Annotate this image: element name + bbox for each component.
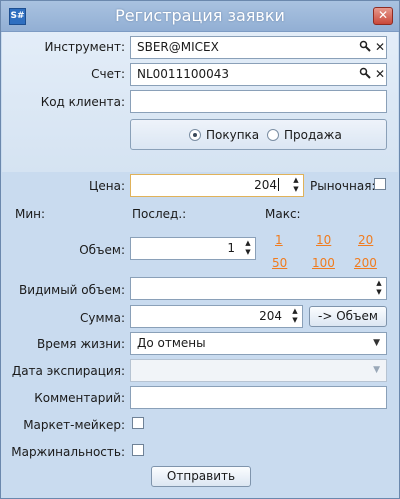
margin-label: Маржинальность: xyxy=(11,445,125,459)
account-field[interactable]: NL0011100043 ✕ xyxy=(130,63,387,86)
submit-button[interactable]: Отправить xyxy=(151,466,251,487)
price-label: Цена: xyxy=(89,179,125,193)
expiration-date-picker[interactable]: ▼ xyxy=(130,359,387,382)
quick-volume-200[interactable]: 200 xyxy=(354,256,377,270)
quick-volume-1[interactable]: 1 xyxy=(275,233,283,247)
quick-volume-50[interactable]: 50 xyxy=(272,256,287,270)
min-label: Мин: xyxy=(15,207,46,221)
search-icon[interactable] xyxy=(358,67,372,81)
market-maker-checkbox[interactable] xyxy=(132,417,144,429)
instrument-value: SBER@MICEX xyxy=(137,40,219,54)
market-label: Рыночная: xyxy=(310,179,376,193)
window-title: Регистрация заявки xyxy=(115,6,285,25)
expiration-label: Дата экспирация: xyxy=(11,364,125,378)
visible-volume-spinner[interactable]: ▲ ▼ xyxy=(374,279,384,298)
visible-volume-input[interactable]: ▲ ▼ xyxy=(130,277,387,300)
visible-volume-label: Видимый объем: xyxy=(19,283,125,297)
comment-input[interactable] xyxy=(130,386,387,409)
title-bar[interactable]: S# Регистрация заявки ✕ xyxy=(1,1,399,32)
sum-spinner[interactable]: ▲ ▼ xyxy=(290,307,300,326)
sum-input[interactable]: 204 ▲ ▼ xyxy=(130,305,303,328)
instrument-field[interactable]: SBER@MICEX ✕ xyxy=(130,36,387,59)
sell-radio[interactable] xyxy=(267,129,279,141)
market-checkbox[interactable] xyxy=(374,178,386,190)
quick-volume-20[interactable]: 20 xyxy=(358,233,373,247)
market-maker-label: Маркет-мейкер: xyxy=(23,418,125,432)
price-input[interactable]: 204 ▲ ▼ xyxy=(130,174,304,197)
volume-label: Объем: xyxy=(79,243,125,257)
order-registration-window: S# Регистрация заявки ✕ Инструмент: SBER… xyxy=(0,0,400,499)
chevron-down-icon[interactable]: ▼ xyxy=(373,333,380,354)
quick-volume-100[interactable]: 100 xyxy=(312,256,335,270)
volume-value: 1 xyxy=(227,241,235,255)
margin-checkbox[interactable] xyxy=(132,444,144,456)
lifetime-label: Время жизни: xyxy=(37,337,125,351)
buy-radio[interactable] xyxy=(189,129,201,141)
clear-icon[interactable]: ✕ xyxy=(373,40,387,54)
text-caret xyxy=(278,178,279,191)
sum-value: 204 xyxy=(259,309,282,323)
quick-volume-10[interactable]: 10 xyxy=(316,233,331,247)
side-selector: Покупка Продажа xyxy=(130,119,387,150)
price-value: 204 xyxy=(254,178,277,192)
sell-label[interactable]: Продажа xyxy=(284,128,342,142)
comment-label: Комментарий: xyxy=(34,391,125,405)
client-code-input[interactable] xyxy=(130,90,387,113)
account-label: Счет: xyxy=(91,67,125,81)
chevron-down-icon[interactable]: ▼ xyxy=(373,360,380,381)
buy-label[interactable]: Покупка xyxy=(206,128,259,142)
volume-spinner[interactable]: ▲ ▼ xyxy=(243,239,253,258)
max-label: Макс: xyxy=(265,207,301,221)
last-label: Послед.: xyxy=(132,207,187,221)
to-volume-button[interactable]: -> Объем xyxy=(309,306,387,327)
close-button[interactable]: ✕ xyxy=(373,7,393,25)
clear-icon[interactable]: ✕ xyxy=(373,67,387,81)
lifetime-select[interactable]: До отмены ▼ xyxy=(130,332,387,355)
lifetime-value: До отмены xyxy=(137,336,206,350)
search-icon[interactable] xyxy=(358,40,372,54)
price-spinner[interactable]: ▲ ▼ xyxy=(291,176,301,195)
instrument-label: Инструмент: xyxy=(44,40,125,54)
account-value: NL0011100043 xyxy=(137,67,230,81)
client-code-label: Код клиента: xyxy=(40,95,125,109)
volume-input[interactable]: 1 ▲ ▼ xyxy=(130,237,256,260)
sum-label: Сумма: xyxy=(80,311,125,325)
